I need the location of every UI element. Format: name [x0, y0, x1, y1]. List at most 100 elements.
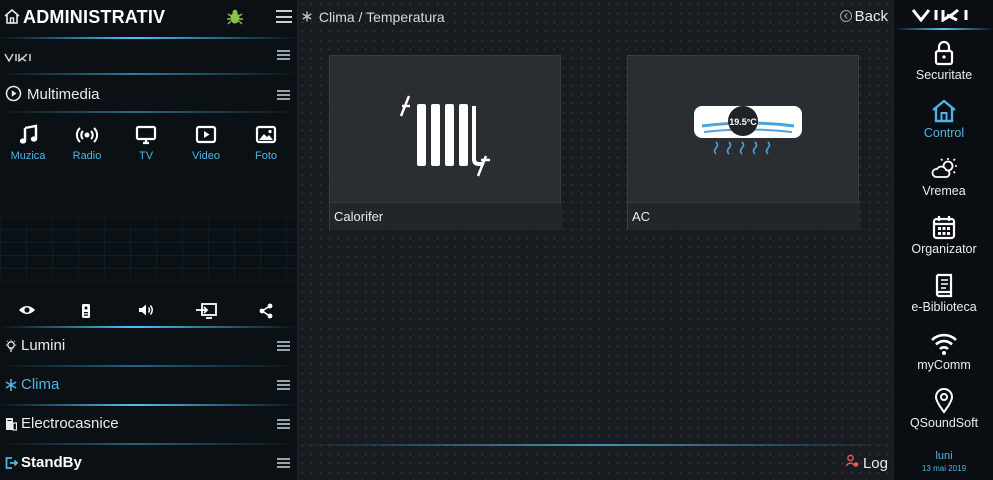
category-standby[interactable]: StandBy [0, 445, 297, 480]
log-button[interactable]: Log [845, 454, 888, 472]
media-grid: Muzica Radio TV Video Foto [0, 124, 297, 174]
nav-label: Securitate [915, 68, 973, 82]
nav-label: Control [923, 126, 965, 140]
nav-label: myComm [917, 358, 971, 372]
user-warning-icon [845, 454, 863, 472]
media-item-tv[interactable]: TV [118, 124, 174, 172]
air-conditioner-icon: 19.5°C [628, 56, 860, 202]
panel-title: ADMINISTRATIV [23, 7, 166, 27]
viki-logo-row [0, 40, 297, 70]
snowflake-icon [302, 9, 316, 25]
day-label: luni [935, 450, 953, 462]
standby-icon [5, 456, 19, 475]
remote-icon[interactable] [74, 303, 98, 321]
media-label: TV [138, 150, 154, 162]
home-icon[interactable] [4, 8, 20, 29]
nav-label: e-Biblioteca [911, 300, 977, 314]
media-controls [0, 300, 297, 324]
multimedia-label: Multimedia [27, 86, 100, 103]
calendar-icon [894, 212, 993, 242]
tv-icon [118, 124, 174, 150]
media-label: Foto [254, 150, 277, 162]
date-display: luni 13 mai 2019 [894, 450, 993, 473]
date-label: 13 mai 2019 [921, 464, 967, 473]
divider [0, 37, 297, 39]
video-icon [178, 124, 234, 150]
right-nav-panel: Securitate Control Vremea Organizator e-… [893, 0, 993, 480]
media-item-radio[interactable]: Radio [59, 124, 115, 172]
nav-e-biblioteca[interactable]: e-Biblioteca [894, 270, 993, 326]
weather-icon [894, 154, 993, 184]
nav-label: QSoundSoft [909, 416, 979, 430]
breadcrumb-text: Clima / Temperatura [318, 9, 445, 25]
nav-mycomm[interactable]: myComm [894, 328, 993, 384]
back-button[interactable]: Back [839, 8, 888, 25]
category-label: Electrocasnice [21, 415, 119, 432]
share-icon[interactable] [254, 303, 278, 321]
category-menu-icon[interactable] [277, 380, 290, 390]
divider [894, 28, 993, 30]
decorative-grid [0, 190, 297, 300]
music-note-icon [0, 124, 56, 150]
media-label: Radio [72, 150, 102, 162]
viki-logo [911, 8, 971, 27]
input-source-icon[interactable] [194, 303, 218, 321]
category-label: Clima [21, 376, 60, 393]
media-label: Muzica [10, 150, 46, 162]
appliance-icon [5, 417, 18, 436]
viki-logo [4, 49, 32, 67]
tile-caption: AC [628, 202, 860, 230]
back-label: Back [854, 8, 888, 25]
tile-calorifer[interactable]: Calorifer [329, 55, 562, 230]
category-clima[interactable]: Clima [0, 367, 297, 403]
main-content: Clima / Temperatura Back Calorifer 19.5°… [298, 0, 893, 480]
bulb-icon [5, 339, 17, 358]
nav-label: Vremea [922, 184, 966, 198]
left-header: ADMINISTRATIV [0, 0, 297, 36]
play-circle-icon [5, 85, 22, 107]
left-panel: ADMINISTRATIV Multimedia Muzica Radio TV… [0, 0, 298, 480]
snowflake-icon [5, 378, 17, 397]
multimedia-header[interactable]: Multimedia [0, 80, 297, 110]
nav-securitate[interactable]: Securitate [894, 38, 993, 94]
category-lumini[interactable]: Lumini [0, 328, 297, 364]
volume-icon[interactable] [134, 303, 158, 321]
nav-vremea[interactable]: Vremea [894, 154, 993, 210]
location-pin-icon [894, 386, 993, 416]
log-label: Log [862, 455, 888, 472]
media-item-foto[interactable]: Foto [238, 124, 294, 172]
ac-temperature: 19.5°C [729, 117, 757, 127]
radio-icon [59, 124, 115, 150]
book-icon [894, 270, 993, 300]
wifi-icon [894, 328, 993, 358]
media-item-muzica[interactable]: Muzica [0, 124, 56, 172]
category-menu-icon[interactable] [277, 458, 290, 468]
home-icon [894, 96, 993, 126]
divider [0, 111, 297, 113]
nav-qsoundsoft[interactable]: QSoundSoft [894, 386, 993, 442]
nav-organizator[interactable]: Organizator [894, 212, 993, 268]
category-menu-icon[interactable] [277, 419, 290, 429]
media-label: Video [192, 150, 220, 162]
photo-icon [238, 124, 294, 150]
multimedia-menu-icon[interactable] [277, 90, 290, 100]
radiator-icon [330, 56, 562, 202]
eye-icon[interactable] [15, 303, 39, 321]
category-label: StandBy [21, 454, 82, 471]
media-item-video[interactable]: Video [178, 124, 234, 172]
category-menu-icon[interactable] [277, 341, 290, 351]
tile-ac[interactable]: 19.5°C AC [627, 55, 860, 230]
viki-menu-icon[interactable] [277, 50, 290, 60]
main-menu-icon[interactable] [276, 10, 292, 23]
divider [298, 444, 893, 446]
category-label: Lumini [21, 337, 66, 354]
breadcrumb: Clima / Temperatura [302, 9, 445, 25]
divider [0, 73, 297, 75]
back-chevron-icon [839, 10, 852, 22]
bug-icon[interactable] [226, 8, 244, 31]
nav-control[interactable]: Control [894, 96, 993, 152]
category-electrocasnice[interactable]: Electrocasnice [0, 406, 297, 442]
tile-caption: Calorifer [330, 202, 562, 230]
nav-label: Organizator [911, 242, 977, 256]
lock-icon [894, 38, 993, 68]
